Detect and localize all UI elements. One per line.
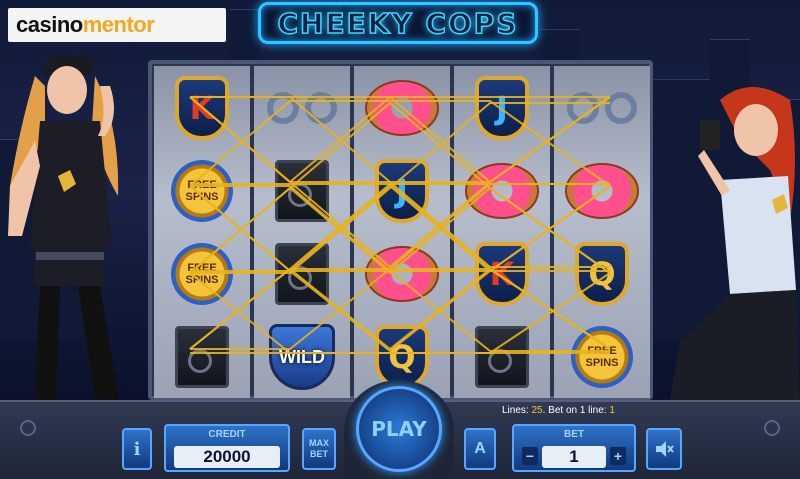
- credit-display: CREDIT 20000: [164, 424, 290, 472]
- max-bet-label-bet: BET: [310, 449, 328, 459]
- bet-value: 1: [542, 446, 606, 468]
- payline: [189, 101, 611, 274]
- payline: [189, 268, 611, 350]
- game-scene: casino mentor CHEEKY COPS K FREE SPINS FREE…: [0, 0, 800, 479]
- payline: [189, 96, 611, 183]
- sound-button[interactable]: [646, 428, 682, 470]
- bet-increase-button[interactable]: +: [610, 447, 626, 465]
- payline: [189, 100, 611, 187]
- lines-info: Lines: 25. Bet on 1 line: 1: [502, 405, 615, 416]
- bet-decrease-button[interactable]: −: [522, 447, 538, 465]
- lines-label: Lines:: [502, 405, 529, 416]
- bet-control: BET − 1 +: [512, 424, 636, 472]
- speaker-mute-icon: [656, 441, 674, 457]
- max-bet-button[interactable]: MAX BET: [302, 428, 336, 470]
- payline: [189, 267, 611, 351]
- max-bet-label-max: MAX: [309, 438, 329, 448]
- bet-label: BET: [564, 429, 584, 440]
- info-button[interactable]: i: [122, 428, 152, 470]
- bet-line-label: Bet on 1 line:: [548, 405, 607, 416]
- left-bolt-icon: [20, 420, 36, 436]
- play-button[interactable]: PLAY: [356, 386, 442, 472]
- credit-label: CREDIT: [208, 429, 246, 440]
- credit-value: 20000: [174, 446, 280, 468]
- autoplay-button[interactable]: A: [464, 428, 496, 470]
- right-bolt-icon: [764, 420, 780, 436]
- payline: [190, 102, 610, 274]
- lines-value: 25: [531, 405, 543, 416]
- payline: [189, 95, 611, 184]
- bet-line-value: 1: [609, 405, 615, 416]
